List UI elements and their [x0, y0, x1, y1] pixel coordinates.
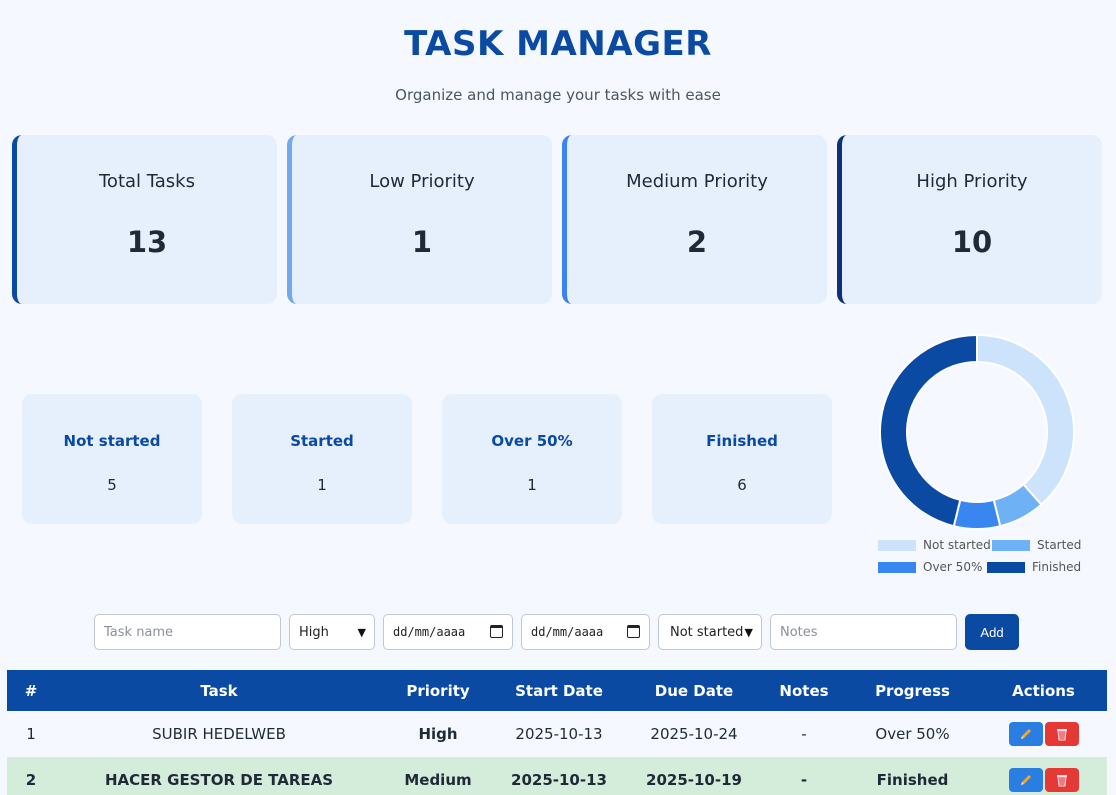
cell-number: 1: [7, 711, 55, 757]
delete-button[interactable]: [1044, 722, 1079, 746]
legend-label: Finished: [1032, 560, 1082, 574]
stat-label: Total Tasks: [99, 171, 195, 192]
page-subtitle: Organize and manage your tasks with ease: [395, 86, 721, 104]
progress-value: 1: [317, 476, 327, 494]
legend-item-started: Started: [992, 538, 1081, 552]
cell-actions: [980, 757, 1107, 795]
legend-swatch: [878, 539, 916, 551]
pencil-icon: [1020, 775, 1031, 785]
cell-task: HACER GESTOR DE TAREAS: [55, 757, 383, 795]
table-row: 2 HACER GESTOR DE TAREAS Medium 2025-10-…: [7, 757, 1107, 795]
column-header-number: #: [7, 670, 55, 711]
donut-slice-not-started: [976, 333, 1075, 507]
due-date-placeholder: dd/mm/aaaa: [531, 625, 604, 639]
cell-start-date: 2025-10-13: [493, 757, 625, 795]
column-header-notes: Notes: [763, 670, 845, 711]
progress-card-not-started: Not started 5: [22, 394, 202, 524]
table-header-row: # Task Priority Start Date Due Date Note…: [7, 670, 1107, 711]
add-task-form: Task name High ▼ dd/mm/aaaa dd/mm/aaaa N…: [0, 614, 1116, 650]
cell-actions: [980, 711, 1107, 757]
trash-icon: [1056, 775, 1067, 787]
cell-notes: -: [763, 711, 845, 757]
stat-value: 1: [411, 225, 433, 259]
delete-button[interactable]: [1044, 768, 1079, 792]
cell-due-date: 2025-10-19: [625, 757, 763, 795]
column-header-progress: Progress: [845, 670, 980, 711]
priority-select-value: High: [299, 624, 329, 640]
task-name-input[interactable]: Task name: [94, 614, 281, 650]
donut-slice-finished: [879, 333, 978, 528]
tasks-table: # Task Priority Start Date Due Date Note…: [7, 670, 1107, 795]
progress-card-finished: Finished 6: [652, 394, 832, 524]
stat-value: 13: [126, 225, 168, 259]
stat-value: 10: [951, 225, 993, 259]
cell-priority: High: [383, 711, 493, 757]
table-row: 1 SUBIR HEDELWEB High 2025-10-13 2025-10…: [7, 711, 1107, 757]
donut-slice-over-50-: [952, 498, 1002, 530]
stat-value: 2: [686, 225, 708, 259]
progress-donut-chart: [879, 333, 1075, 530]
progress-card-over-50: Over 50% 1: [442, 394, 622, 524]
cell-priority: Medium: [383, 757, 493, 795]
trash-icon: [1056, 729, 1067, 741]
legend-label: Over 50%: [923, 560, 983, 574]
cell-task: SUBIR HEDELWEB: [55, 711, 383, 757]
progress-value: 5: [107, 476, 117, 494]
calendar-icon[interactable]: [627, 625, 640, 638]
stat-label: Low Priority: [369, 171, 475, 192]
edit-button[interactable]: [1008, 722, 1043, 746]
stat-card-low: Low Priority 1: [287, 135, 552, 304]
chevron-down-icon: ▼: [357, 625, 366, 639]
notes-input[interactable]: Notes: [770, 614, 957, 650]
cell-notes: -: [763, 757, 845, 795]
legend-item-not-started: Not started: [878, 538, 991, 552]
stat-label: Medium Priority: [626, 171, 768, 192]
status-select-value: Not started: [670, 624, 744, 640]
cell-progress: Finished: [845, 757, 980, 795]
stat-card-high: High Priority 10: [837, 135, 1102, 304]
legend-label: Started: [1037, 538, 1082, 552]
legend-swatch: [992, 539, 1030, 551]
column-header-task: Task: [55, 670, 383, 711]
stat-card-total: Total Tasks 13: [12, 135, 277, 304]
column-header-start-date: Start Date: [493, 670, 625, 711]
progress-card-started: Started 1: [232, 394, 412, 524]
legend-label: Not started: [923, 538, 991, 552]
progress-label: Over 50%: [491, 432, 573, 450]
column-header-actions: Actions: [980, 670, 1107, 711]
start-date-input[interactable]: dd/mm/aaaa: [383, 614, 513, 650]
cell-due-date: 2025-10-24: [625, 711, 763, 757]
priority-select[interactable]: High ▼: [289, 614, 375, 650]
progress-value: 1: [527, 476, 537, 494]
edit-button[interactable]: [1008, 768, 1043, 792]
progress-label: Finished: [706, 432, 778, 450]
legend-swatch: [987, 561, 1025, 573]
calendar-icon[interactable]: [490, 625, 503, 638]
due-date-input[interactable]: dd/mm/aaaa: [521, 614, 650, 650]
cell-start-date: 2025-10-13: [493, 711, 625, 757]
add-task-button[interactable]: Add: [965, 614, 1019, 650]
start-date-placeholder: dd/mm/aaaa: [393, 625, 466, 639]
progress-label: Not started: [63, 432, 161, 450]
cell-number: 2: [7, 757, 55, 795]
progress-label: Started: [290, 432, 354, 450]
stat-label: High Priority: [916, 171, 1028, 192]
pencil-icon: [1020, 729, 1031, 739]
chevron-down-icon: ▼: [744, 625, 753, 639]
column-header-due-date: Due Date: [625, 670, 763, 711]
cell-progress: Over 50%: [845, 711, 980, 757]
page-title: TASK MANAGER: [404, 24, 712, 64]
legend-item-finished: Finished: [987, 560, 1081, 574]
progress-value: 6: [737, 476, 747, 494]
status-select[interactable]: Not started ▼: [658, 614, 762, 650]
legend-item-over-50: Over 50%: [878, 560, 982, 574]
stat-card-medium: Medium Priority 2: [562, 135, 827, 304]
notes-placeholder: Notes: [780, 624, 818, 640]
task-name-placeholder: Task name: [104, 624, 174, 640]
legend-swatch: [878, 561, 916, 573]
column-header-priority: Priority: [383, 670, 493, 711]
